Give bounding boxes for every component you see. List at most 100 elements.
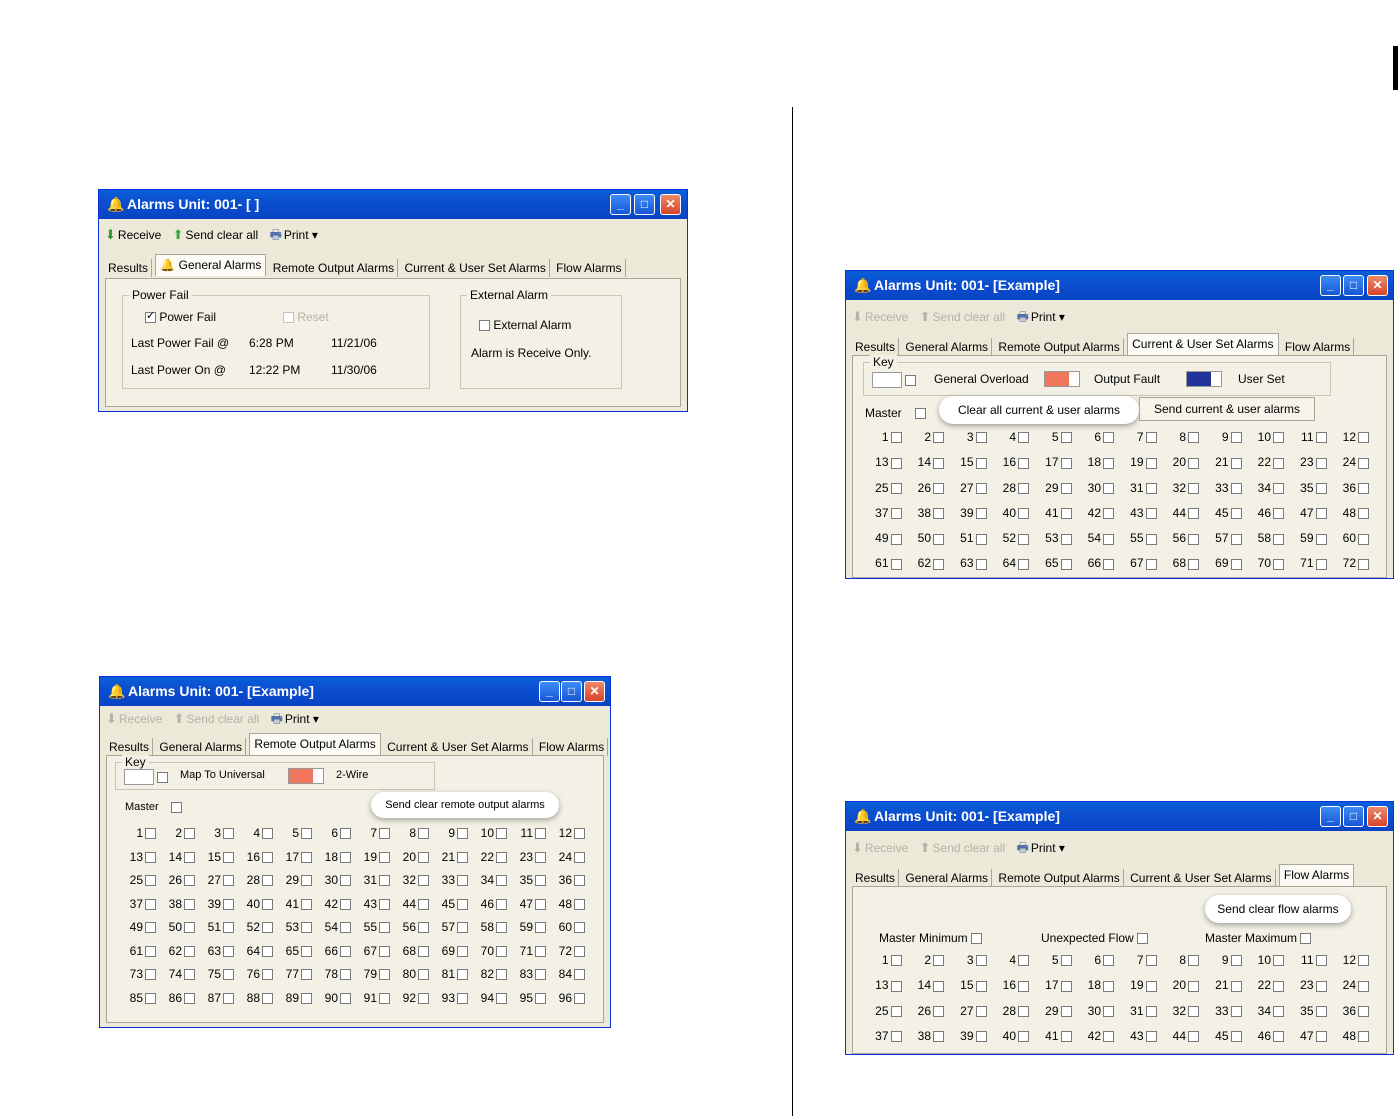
checkbox-box[interactable] bbox=[1315, 955, 1327, 967]
output-checkbox[interactable]: 29 bbox=[273, 873, 312, 897]
send-clear-remote-output-button[interactable]: Send clear remote output alarms bbox=[371, 792, 559, 818]
checkbox-box[interactable] bbox=[1230, 432, 1242, 444]
tab-current-user-set-alarms[interactable]: Current & User Set Alarms bbox=[401, 259, 550, 277]
checkbox-box[interactable] bbox=[890, 980, 902, 992]
checkbox-box[interactable] bbox=[890, 508, 902, 520]
checkbox-box[interactable] bbox=[223, 922, 234, 934]
checkbox-box[interactable] bbox=[1103, 558, 1114, 570]
checkbox-box[interactable] bbox=[457, 922, 468, 934]
tab-flow-alarms[interactable]: Flow Alarms bbox=[553, 259, 626, 277]
output-checkbox[interactable]: 84 bbox=[546, 967, 585, 991]
checkbox-box[interactable] bbox=[1018, 457, 1029, 469]
minimize-button[interactable]: _ bbox=[539, 681, 560, 702]
output-checkbox[interactable]: 13 bbox=[117, 850, 156, 874]
checkbox-box[interactable] bbox=[184, 922, 195, 934]
output-checkbox[interactable]: 28 bbox=[987, 481, 1029, 506]
checkbox-box[interactable] bbox=[1103, 1031, 1114, 1043]
output-checkbox[interactable]: 48 bbox=[546, 897, 585, 921]
output-checkbox[interactable]: 21 bbox=[1199, 455, 1242, 480]
checkbox-box[interactable] bbox=[1188, 508, 1199, 520]
checkbox-box[interactable] bbox=[1145, 1005, 1157, 1017]
output-checkbox[interactable]: 59 bbox=[1284, 531, 1327, 556]
checkbox-box[interactable] bbox=[1103, 980, 1114, 992]
output-checkbox[interactable]: 25 bbox=[859, 1004, 902, 1029]
output-checkbox[interactable]: 19 bbox=[351, 850, 390, 874]
checkbox-box[interactable] bbox=[535, 828, 546, 840]
checkbox-box[interactable] bbox=[379, 828, 390, 840]
output-checkbox[interactable]: 25 bbox=[117, 873, 156, 897]
output-checkbox[interactable]: 52 bbox=[234, 920, 273, 944]
output-checkbox[interactable]: 43 bbox=[1114, 1029, 1157, 1054]
output-checkbox[interactable]: 16 bbox=[987, 978, 1029, 1003]
output-checkbox[interactable]: 69 bbox=[429, 944, 468, 968]
output-checkbox[interactable]: 11 bbox=[1284, 953, 1327, 978]
output-checkbox[interactable]: 61 bbox=[117, 944, 156, 968]
checkbox-box[interactable] bbox=[301, 898, 312, 910]
output-checkbox[interactable]: 12 bbox=[1327, 430, 1369, 455]
checkbox-box[interactable] bbox=[340, 851, 351, 863]
checkbox-box[interactable] bbox=[1358, 482, 1369, 494]
output-checkbox[interactable]: 47 bbox=[1284, 1029, 1327, 1054]
checkbox-box[interactable] bbox=[223, 898, 234, 910]
output-checkbox[interactable]: 54 bbox=[312, 920, 351, 944]
output-checkbox[interactable]: 4 bbox=[234, 826, 273, 850]
output-checkbox[interactable]: 76 bbox=[234, 967, 273, 991]
output-checkbox[interactable]: 45 bbox=[1199, 506, 1242, 531]
title-bar[interactable]: 🔔 Alarms Unit: 001- [Example] _ □ ✕ bbox=[846, 802, 1393, 831]
output-checkbox[interactable]: 34 bbox=[1242, 1004, 1284, 1029]
checkbox-box[interactable] bbox=[418, 922, 429, 934]
checkbox-box[interactable] bbox=[457, 969, 468, 981]
output-checkbox[interactable]: 63 bbox=[944, 556, 987, 578]
checkbox-box[interactable] bbox=[145, 898, 156, 910]
checkbox-box[interactable] bbox=[975, 1031, 987, 1043]
checkbox-box[interactable] bbox=[535, 969, 546, 981]
print-button[interactable]: 🖶 Print ▾ bbox=[1017, 308, 1065, 330]
output-checkbox[interactable]: 50 bbox=[902, 531, 944, 556]
output-checkbox[interactable]: 6 bbox=[1072, 430, 1114, 455]
checkbox-box[interactable] bbox=[1230, 1031, 1242, 1043]
checkbox-box[interactable] bbox=[1018, 482, 1029, 494]
output-checkbox[interactable]: 63 bbox=[195, 944, 234, 968]
close-button[interactable]: ✕ bbox=[584, 681, 605, 702]
checkbox-box[interactable] bbox=[262, 875, 273, 887]
checkbox-box[interactable] bbox=[574, 992, 585, 1004]
checkbox-box[interactable] bbox=[1315, 508, 1327, 520]
output-checkbox[interactable]: 62 bbox=[902, 556, 944, 578]
title-bar[interactable]: 🔔 Alarms Unit: 001- [Example] _ □ ✕ bbox=[846, 271, 1393, 300]
output-checkbox[interactable]: 40 bbox=[987, 1029, 1029, 1054]
checkbox-box[interactable] bbox=[1060, 508, 1072, 520]
tab-remote-output-alarms[interactable]: Remote Output Alarms bbox=[249, 733, 381, 755]
checkbox-box[interactable] bbox=[1060, 1031, 1072, 1043]
checkbox-box[interactable] bbox=[1358, 533, 1369, 545]
checkbox-box[interactable] bbox=[418, 945, 429, 957]
checkbox-box[interactable] bbox=[457, 945, 468, 957]
checkbox-box[interactable] bbox=[340, 945, 351, 957]
checkbox-box[interactable] bbox=[1060, 457, 1072, 469]
output-checkbox[interactable]: 13 bbox=[859, 978, 902, 1003]
output-checkbox[interactable]: 65 bbox=[1029, 556, 1072, 578]
output-checkbox[interactable]: 8 bbox=[390, 826, 429, 850]
output-checkbox[interactable]: 37 bbox=[859, 1029, 902, 1054]
checkbox-box[interactable] bbox=[1315, 533, 1327, 545]
output-checkbox[interactable]: 14 bbox=[156, 850, 195, 874]
checkbox-box[interactable] bbox=[184, 828, 195, 840]
output-checkbox[interactable]: 73 bbox=[117, 967, 156, 991]
output-checkbox[interactable]: 49 bbox=[117, 920, 156, 944]
checkbox-box[interactable] bbox=[301, 828, 312, 840]
output-checkbox[interactable]: 78 bbox=[312, 967, 351, 991]
output-checkbox[interactable]: 15 bbox=[944, 978, 987, 1003]
output-checkbox[interactable]: 13 bbox=[859, 455, 902, 480]
output-checkbox[interactable]: 80 bbox=[390, 967, 429, 991]
checkbox-box[interactable] bbox=[933, 533, 944, 545]
output-checkbox[interactable]: 94 bbox=[468, 991, 507, 1015]
checkbox-box[interactable] bbox=[184, 992, 195, 1004]
checkbox-box[interactable] bbox=[223, 945, 234, 957]
output-checkbox[interactable]: 49 bbox=[859, 531, 902, 556]
output-checkbox[interactable]: 23 bbox=[507, 850, 546, 874]
send-clear-flow-button[interactable]: Send clear flow alarms bbox=[1205, 895, 1351, 923]
output-checkbox[interactable]: 1 bbox=[117, 826, 156, 850]
checkbox-box[interactable] bbox=[890, 558, 902, 570]
output-checkbox[interactable]: 31 bbox=[351, 873, 390, 897]
checkbox-box[interactable] bbox=[933, 1005, 944, 1017]
output-checkbox[interactable]: 42 bbox=[1072, 1029, 1114, 1054]
